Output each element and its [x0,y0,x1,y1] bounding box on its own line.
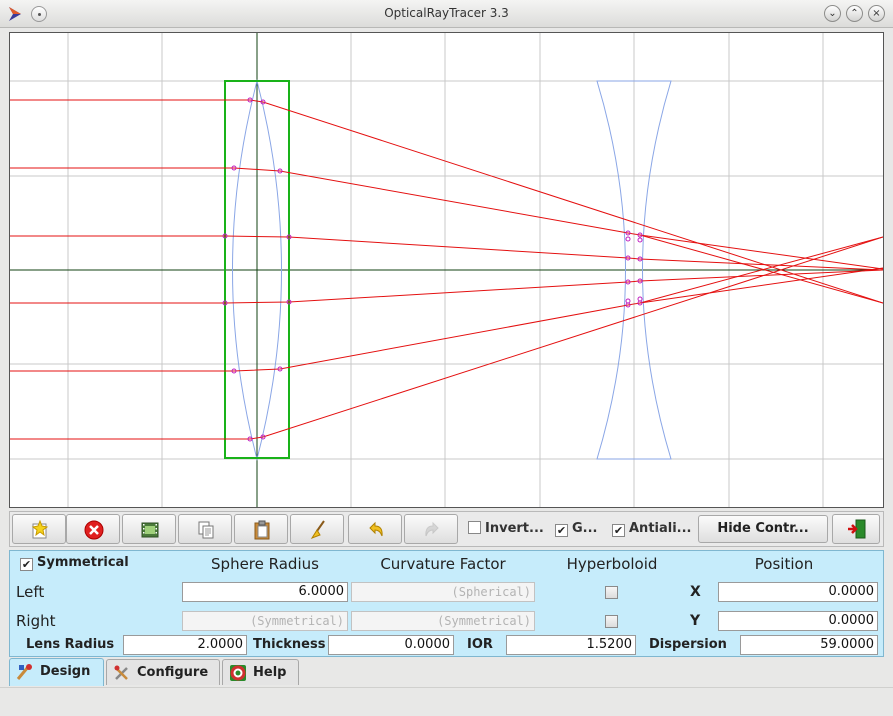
red-x-icon [84,520,104,540]
y-position-field[interactable]: 0.0000 [718,611,878,631]
symmetrical-checkbox-box[interactable]: ✔ [20,558,33,571]
help-lifebuoy-icon [230,665,246,681]
antialias-checkbox-box[interactable]: ✔ [612,524,625,537]
status-area [0,687,893,716]
y-position-label: Y [690,613,701,629]
dispersion-field[interactable]: 59.0000 [740,635,878,655]
sphere-radius-header: Sphere Radius [211,555,319,573]
broom-icon [310,520,325,539]
left-sphere-radius-field[interactable]: 6.0000 [182,582,348,602]
left-surface-label: Left [16,583,45,601]
left-hyperboloid-checkbox[interactable] [605,586,618,599]
position-header: Position [754,555,814,573]
lens-radius-label: Lens Radius [26,637,115,652]
optical-diagram[interactable] [10,33,883,507]
right-hyperboloid-checkbox[interactable] [605,615,618,628]
lens-control-panel: ✔ Symmetrical Sphere Radius Curvature Fac… [9,550,884,657]
exit-door-icon [848,519,866,539]
window-title: OpticalRayTracer 3.3 [384,6,509,20]
configure-tools-icon [114,665,128,680]
left-curvature-factor-field[interactable]: (Spherical) [351,582,535,602]
copy-button[interactable] [178,514,232,544]
tab-help[interactable]: Help [222,659,299,685]
film-strip-icon [141,522,159,538]
undo-button[interactable] [348,514,402,544]
right-curvature-factor-field[interactable]: (Symmetrical) [351,611,535,631]
new-lens-button[interactable] [12,514,66,544]
curvature-factor-header: Curvature Factor [380,555,506,573]
star-sparkle-icon [31,520,49,539]
symmetrical-checkbox[interactable]: ✔ Symmetrical [20,555,129,571]
tab-configure-label: Configure [137,665,209,680]
invert-checkbox[interactable]: Invert... [468,521,544,539]
design-tools-icon [16,664,32,680]
hyperboloid-header: Hyperboloid [566,555,658,573]
symmetrical-label: Symmetrical [37,555,129,570]
undo-arrow-icon [369,521,383,537]
tab-help-label: Help [253,665,287,680]
thickness-field[interactable]: 0.0000 [328,635,454,655]
thickness-label: Thickness [253,637,326,652]
delete-lens-button[interactable] [66,514,120,544]
ior-label: IOR [467,637,493,652]
dispersion-label: Dispersion [649,637,727,652]
invert-label: Invert... [485,521,544,536]
copy-icon [198,521,214,539]
redo-arrow-icon [425,521,439,537]
right-sphere-radius-field[interactable]: (Symmetrical) [182,611,348,631]
hide-controls-button[interactable]: Hide Contr... [698,515,828,543]
grid-checkbox-box[interactable]: ✔ [555,524,568,537]
minimize-icon[interactable]: ⌄ [824,5,841,22]
right-surface-label: Right [16,612,56,630]
toolbar: Invert... ✔ G... ✔ Antiali... Hide Contr..… [9,511,884,547]
ray-trace-canvas[interactable] [9,32,884,508]
antialias-checkbox[interactable]: ✔ Antiali... [612,521,692,539]
maximize-icon[interactable]: ⌃ [846,5,863,22]
lens-radius-field[interactable]: 2.0000 [123,635,247,655]
title-bar: OpticalRayTracer 3.3 ⌄ ⌃ × [0,0,893,28]
close-icon[interactable]: × [868,5,885,22]
tab-configure[interactable]: Configure [106,659,220,685]
paste-button[interactable] [234,514,288,544]
redo-button[interactable] [404,514,458,544]
clipboard-icon [254,520,270,540]
invert-checkbox-box[interactable] [468,521,481,534]
clean-button[interactable] [290,514,344,544]
grid-label: G... [572,521,598,536]
x-position-field[interactable]: 0.0000 [718,582,878,602]
grid-checkbox[interactable]: ✔ G... [555,521,598,539]
x-position-label: X [690,584,701,600]
antialias-label: Antiali... [629,521,692,536]
exit-button[interactable] [832,514,880,544]
optical-axes [10,33,883,507]
film-strip-button[interactable] [122,514,176,544]
ior-field[interactable]: 1.5200 [506,635,636,655]
tab-design[interactable]: Design [9,658,104,686]
tab-design-label: Design [40,664,91,679]
